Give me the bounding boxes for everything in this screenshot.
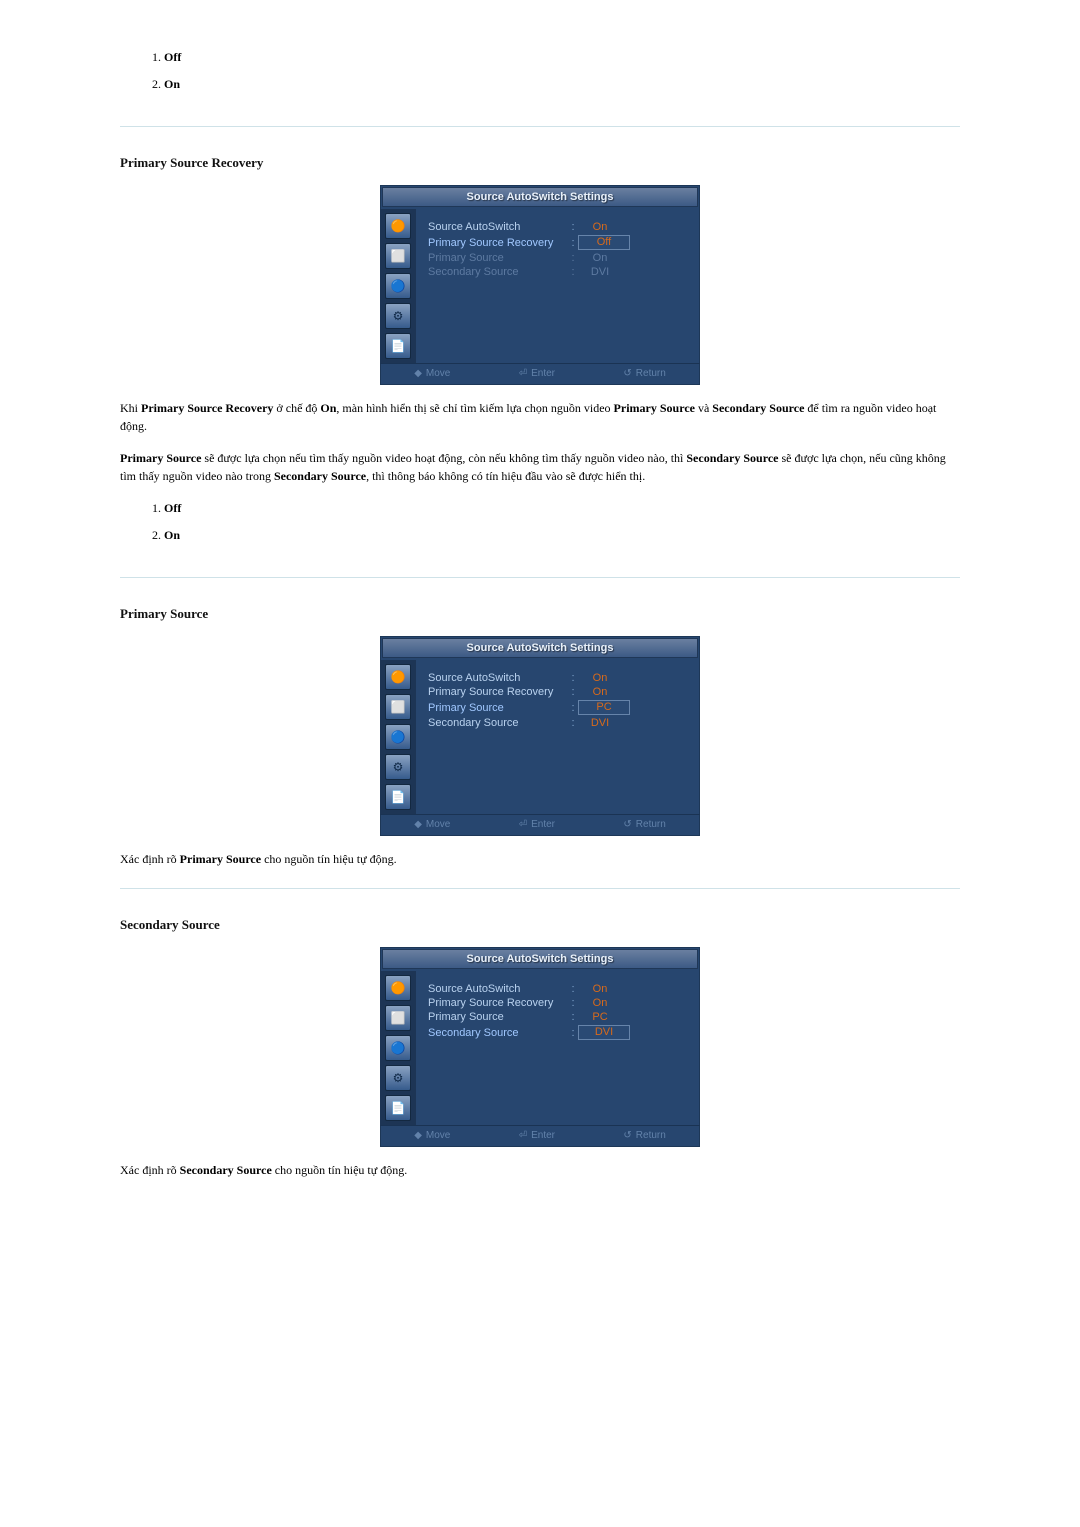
osd-sidebar: 🟠 ⬜ 🔵 ⚙ 📄: [380, 209, 416, 363]
osd-content: Source AutoSwitch : On Primary Source Re…: [416, 209, 700, 363]
osd-title: Source AutoSwitch Settings: [382, 949, 698, 969]
osd-content: Source AutoSwitch : On Primary Source Re…: [416, 660, 700, 814]
divider: [120, 888, 960, 889]
osd-row-primary-source: Primary Source : On: [428, 252, 688, 264]
osd-footer: ◆ Move ⏎ Enter ↺ Return: [380, 363, 700, 385]
osd-sidebar: 🟠 ⬜ 🔵 ⚙ 📄: [380, 660, 416, 814]
osd-footer: ◆ Move ⏎ Enter ↺ Return: [380, 814, 700, 836]
option-on: On: [164, 526, 960, 553]
option-off: Off: [164, 48, 960, 75]
osd-sidebar: 🟠 ⬜ 🔵 ⚙ 📄: [380, 971, 416, 1125]
input-icon[interactable]: ⬜: [385, 243, 411, 269]
info-icon[interactable]: 🔵: [385, 273, 411, 299]
osd-menu-primary-source: Source AutoSwitch Settings 🟠 ⬜ 🔵 ⚙ 📄 Sou…: [380, 636, 700, 836]
settings-icon[interactable]: ⚙: [385, 1065, 411, 1091]
divider: [120, 577, 960, 578]
osd-row-primary-source-recovery[interactable]: Primary Source Recovery : On: [428, 997, 688, 1009]
osd-menu-secondary-source: Source AutoSwitch Settings 🟠 ⬜ 🔵 ⚙ 📄 Sou…: [380, 947, 700, 1147]
osd-title: Source AutoSwitch Settings: [382, 187, 698, 207]
enter-hint: ⏎ Enter: [519, 819, 555, 830]
return-hint: ↺ Return: [623, 368, 665, 379]
osd-content: Source AutoSwitch : On Primary Source Re…: [416, 971, 700, 1125]
heading-secondary-source: Secondary Source: [120, 917, 960, 933]
osd-footer: ◆ Move ⏎ Enter ↺ Return: [380, 1125, 700, 1147]
return-hint: ↺ Return: [623, 1130, 665, 1141]
para-secondary-source: Xác định rõ Secondary Source cho nguồn t…: [120, 1161, 960, 1179]
return-hint: ↺ Return: [623, 819, 665, 830]
settings-icon[interactable]: ⚙: [385, 754, 411, 780]
heading-primary-source-recovery: Primary Source Recovery: [120, 155, 960, 171]
osd-row-source-autoswitch[interactable]: Source AutoSwitch : On: [428, 672, 688, 684]
osd-menu-psr: Source AutoSwitch Settings 🟠 ⬜ 🔵 ⚙ 📄 Sou…: [380, 185, 700, 385]
picture-icon[interactable]: 🟠: [385, 213, 411, 239]
move-hint: ◆ Move: [414, 819, 450, 830]
input-icon[interactable]: ⬜: [385, 694, 411, 720]
osd-row-secondary-source[interactable]: Secondary Source : DVI: [428, 717, 688, 729]
multi-icon[interactable]: 📄: [385, 1095, 411, 1121]
osd-row-primary-source[interactable]: Primary Source : PC: [428, 1011, 688, 1023]
enter-hint: ⏎ Enter: [519, 368, 555, 379]
move-hint: ◆ Move: [414, 1130, 450, 1141]
info-icon[interactable]: 🔵: [385, 724, 411, 750]
osd-title: Source AutoSwitch Settings: [382, 638, 698, 658]
move-hint: ◆ Move: [414, 368, 450, 379]
psr-options-list: Off On: [140, 499, 960, 553]
osd-row-primary-source-recovery[interactable]: Primary Source Recovery : Off: [428, 235, 688, 250]
para-psr-1: Khi Primary Source Recovery ở chế độ On,…: [120, 399, 960, 435]
multi-icon[interactable]: 📄: [385, 333, 411, 359]
divider: [120, 126, 960, 127]
para-psr-2: Primary Source sẽ được lựa chọn nếu tìm …: [120, 449, 960, 485]
enter-hint: ⏎ Enter: [519, 1130, 555, 1141]
osd-row-source-autoswitch[interactable]: Source AutoSwitch : On: [428, 983, 688, 995]
intro-options-list: Off On: [140, 48, 960, 102]
picture-icon[interactable]: 🟠: [385, 975, 411, 1001]
info-icon[interactable]: 🔵: [385, 1035, 411, 1061]
multi-icon[interactable]: 📄: [385, 784, 411, 810]
osd-row-secondary-source: Secondary Source : DVI: [428, 266, 688, 278]
osd-row-primary-source-recovery[interactable]: Primary Source Recovery : On: [428, 686, 688, 698]
osd-row-primary-source[interactable]: Primary Source : PC: [428, 700, 688, 715]
input-icon[interactable]: ⬜: [385, 1005, 411, 1031]
osd-row-secondary-source[interactable]: Secondary Source : DVI: [428, 1025, 688, 1040]
para-primary-source: Xác định rõ Primary Source cho nguồn tín…: [120, 850, 960, 868]
option-off: Off: [164, 499, 960, 526]
osd-row-source-autoswitch[interactable]: Source AutoSwitch : On: [428, 221, 688, 233]
settings-icon[interactable]: ⚙: [385, 303, 411, 329]
option-on: On: [164, 75, 960, 102]
heading-primary-source: Primary Source: [120, 606, 960, 622]
picture-icon[interactable]: 🟠: [385, 664, 411, 690]
